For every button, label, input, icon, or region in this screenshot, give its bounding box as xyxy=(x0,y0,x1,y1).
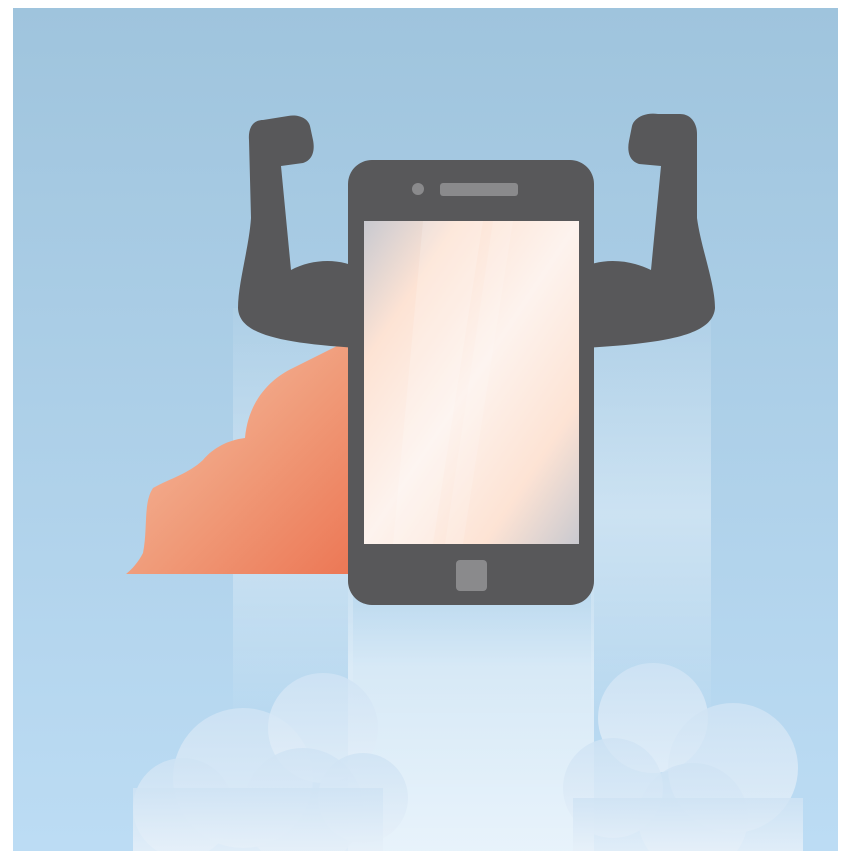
illustration-scene xyxy=(13,8,838,851)
phone-speaker xyxy=(440,183,518,196)
phone-home-button xyxy=(456,560,487,591)
smartphone-icon xyxy=(348,160,594,605)
superhero-phone-illustration xyxy=(13,8,838,851)
illustration-frame xyxy=(0,0,851,861)
phone-camera xyxy=(412,183,424,195)
